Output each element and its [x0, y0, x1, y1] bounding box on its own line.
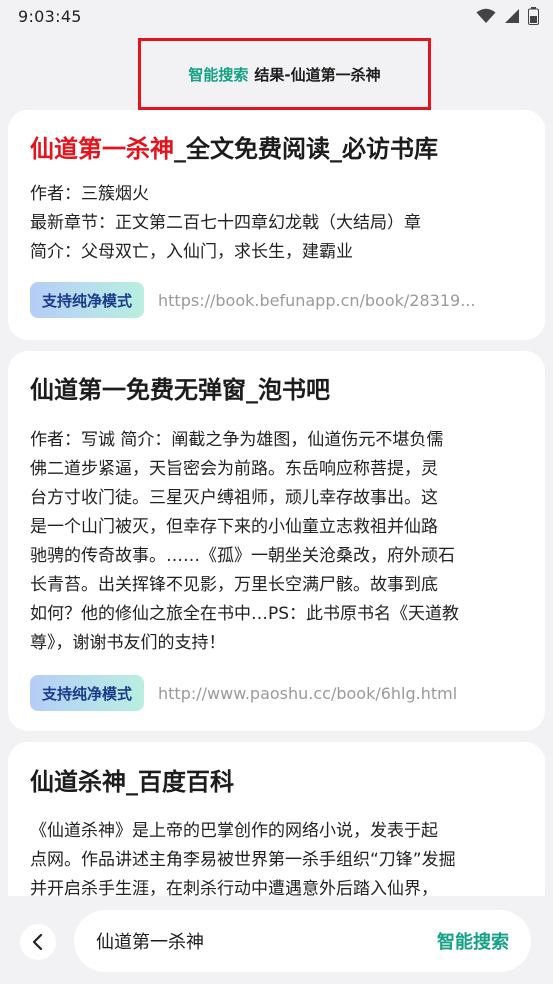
- back-button[interactable]: [20, 924, 56, 960]
- snippet-line: 佛二道步紧逼，天旨密会为前路。东岳响应称菩提，灵: [30, 459, 438, 479]
- result-card-1[interactable]: 仙道第一杀神_全文免费阅读_必访书库 作者：三簇烟火 最新章节：正文第二百七十四…: [8, 110, 545, 340]
- snippet-line: 最新章节：正文第二百七十四章幻龙戟（大结局）章: [30, 213, 421, 233]
- result-title-rest: _全文免费阅读_必访书库: [174, 135, 438, 163]
- snippet-line: 驰骋的传奇故事。……《孤》一朝坐关沧桑改，府外顽石: [30, 546, 455, 566]
- status-bar: 9:03:45: [0, 0, 553, 32]
- result-snippet: 作者：写诚 简介：阐截之争为雄图，仙道伤元不堪负儒 佛二道步紧逼，天旨密会为前路…: [30, 426, 523, 658]
- result-footer: 支持纯净模式 https://book.befunapp.cn/book/283…: [30, 282, 523, 318]
- result-title-highlight: 仙道第一杀神: [30, 135, 174, 163]
- smart-search-button[interactable]: 智能搜索: [437, 928, 509, 954]
- search-input[interactable]: 仙道第一杀神 智能搜索: [74, 910, 531, 972]
- result-footer: 支持纯净模式 http://www.paoshu.cc/book/6hlg.ht…: [30, 675, 523, 711]
- snippet-line: 作者：三簇烟火: [30, 184, 149, 204]
- signal-icon: [505, 9, 519, 23]
- battery-icon: [528, 7, 539, 25]
- snippet-line: 《仙道杀神》是上帝的巴掌创作的网络小说，发表于起: [30, 821, 438, 841]
- result-title[interactable]: 仙道杀神_百度百科: [30, 767, 234, 797]
- result-snippet: 作者：三簇烟火 最新章节：正文第二百七十四章幻龙戟（大结局）章 简介：父母双亡，…: [30, 180, 421, 267]
- snippet-line: 是一个山门被灭，但幸存下来的小仙童立志救祖并仙路: [30, 517, 438, 537]
- bottom-search-bar: 仙道第一杀神 智能搜索: [0, 896, 553, 984]
- header-accent-text: 智能搜索: [188, 65, 249, 84]
- result-title[interactable]: 仙道第一杀神_全文免费阅读_必访书库: [30, 134, 438, 164]
- snippet-line: 长青苔。出关挥锋不见影，万里长空满尸骸。故事到底: [30, 575, 438, 595]
- snippet-line: 台方寸收门徒。三星灭户缚祖师，顽儿幸存故事出。这: [30, 488, 438, 508]
- search-query-text[interactable]: 仙道第一杀神: [96, 928, 204, 954]
- result-snippet: 《仙道杀神》是上帝的巴掌创作的网络小说，发表于起 点网。作品讲述主角李易被世界第…: [30, 817, 523, 904]
- pure-mode-badge[interactable]: 支持纯净模式: [30, 675, 145, 711]
- header-query-text: 结果-仙道第一杀神: [254, 65, 381, 84]
- snippet-line: 简介：父母双亡，入仙门，求长生，建霸业: [30, 242, 353, 262]
- result-title[interactable]: 仙道第一免费无弹窗_泡书吧: [30, 375, 330, 405]
- snippet-line: 点网。作品讲述主角李易被世界第一杀手组织“刀锋”发掘: [30, 850, 456, 870]
- result-card-3[interactable]: 仙道杀神_百度百科 《仙道杀神》是上帝的巴掌创作的网络小说，发表于起 点网。作品…: [8, 742, 545, 912]
- page-header: 智能搜索 结果-仙道第一杀神: [138, 38, 431, 110]
- snippet-line: 作者：写诚 简介：阐截之争为雄图，仙道伤元不堪负儒: [30, 430, 444, 450]
- status-time: 9:03:45: [18, 6, 82, 26]
- result-url[interactable]: https://book.befunapp.cn/book/28319...: [158, 291, 523, 310]
- result-url[interactable]: http://www.paoshu.cc/book/6hlg.html: [158, 684, 523, 703]
- status-icons: [476, 7, 539, 25]
- pure-mode-badge[interactable]: 支持纯净模式: [30, 282, 145, 318]
- snippet-line: 尊》，谢谢书友们的支持！: [30, 633, 226, 653]
- snippet-line: 如何？他的修仙之旅全在书中…PS：此书原书名《天道教: [30, 604, 460, 624]
- wifi-icon: [476, 8, 496, 23]
- chevron-left-icon: [32, 934, 43, 950]
- result-card-2[interactable]: 仙道第一免费无弹窗_泡书吧 作者：写诚 简介：阐截之争为雄图，仙道伤元不堪负儒 …: [8, 351, 545, 731]
